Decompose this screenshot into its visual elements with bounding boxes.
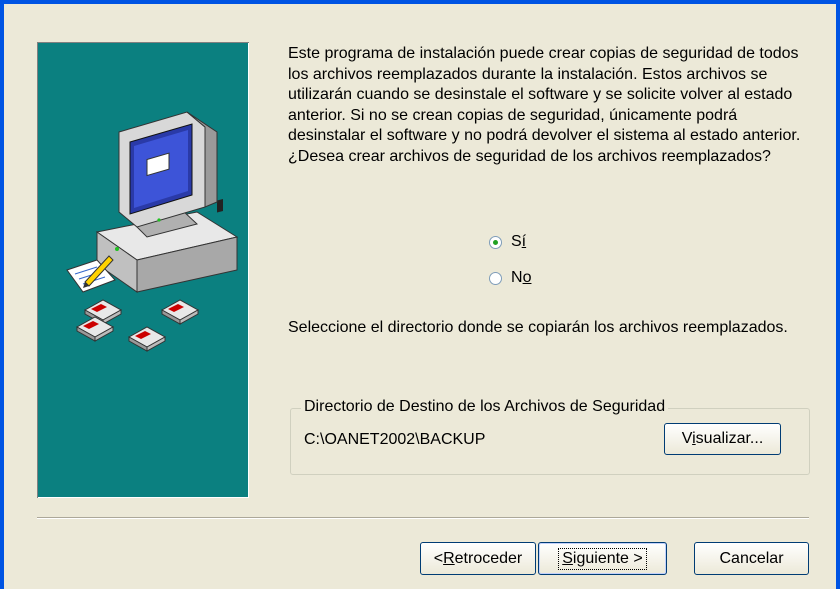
select-directory-text: Seleccione el directorio donde se copiar… — [288, 319, 788, 336]
back-button[interactable]: <Retroceder — [420, 542, 536, 575]
radio-yes[interactable]: Sí — [489, 231, 526, 253]
button-separator — [37, 517, 809, 519]
cancel-button[interactable]: Cancelar — [694, 542, 809, 575]
radio-no-label[interactable]: No — [511, 269, 531, 287]
radio-yes-indicator[interactable] — [489, 235, 502, 249]
destination-path: C:\OANET2002\BACKUP — [304, 431, 486, 448]
destination-groupbox: Directorio de Destino de los Archivos de… — [290, 398, 810, 475]
window-frame-top — [0, 0, 840, 4]
side-panel-illustration — [37, 42, 249, 498]
notepad-icon — [66, 255, 116, 293]
radio-no[interactable]: No — [489, 267, 531, 289]
floppy-disk-icon — [75, 299, 200, 352]
browse-button[interactable]: Visualizar... — [664, 423, 781, 455]
radio-no-indicator[interactable] — [489, 271, 502, 285]
backup-description: Este programa de instalación puede crear… — [288, 45, 801, 165]
radio-yes-label[interactable]: Sí — [511, 233, 526, 251]
destination-group-label: Directorio de Destino de los Archivos de… — [301, 398, 669, 416]
window-frame-left — [0, 0, 4, 589]
computer-icon — [95, 111, 239, 293]
window-frame-right — [836, 0, 840, 589]
next-button[interactable]: Siguiente > — [538, 542, 667, 575]
